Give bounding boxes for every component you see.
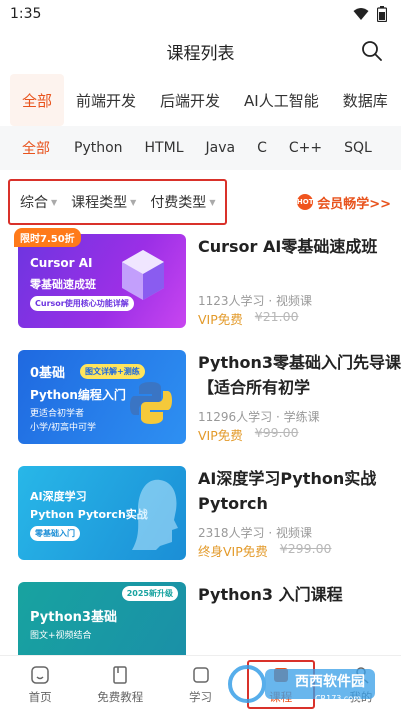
subtab-sql[interactable]: SQL <box>333 140 383 156</box>
course-title: AI深度学习Python实战Pytorch <box>198 469 377 513</box>
sort-filter-label: 综合 <box>20 195 48 211</box>
nav-home[interactable]: 首页 <box>0 656 80 713</box>
nav-study-label: 学习 <box>189 689 212 704</box>
course-info: Python3零基础入门先导课【适合所有初学 11296人学习 · 学练课 VI… <box>198 350 401 466</box>
python-logo-icon <box>130 382 172 424</box>
course-price: VIP免费 <box>198 312 243 327</box>
thumb-tag: 2025新升级 <box>121 586 178 601</box>
study-icon <box>192 666 209 683</box>
thumb-tag: 图文详解+测练 <box>80 364 145 379</box>
chevron-down-icon: ▼ <box>51 197 58 207</box>
course-meta: 1123人学习 · 视频课 <box>198 294 312 308</box>
course-thumbnail: 限时7.50折 Cursor AI 零基础速成班 Cursor使用核心功能详解 <box>14 228 186 328</box>
thumb-text: 更适合初学者 <box>30 409 85 419</box>
battery-icon <box>377 6 387 22</box>
watermark-text: 西西软件园 <box>295 674 365 690</box>
subtab-cpp[interactable]: C++ <box>278 140 333 156</box>
course-meta: 2318人学习 · 视频课 <box>198 526 312 540</box>
course-thumbnail: AI深度学习 Python Pytorch实战 零基础入门 <box>18 466 186 560</box>
course-thumbnail: 0基础 图文详解+测练 Python编程入门 更适合初学者 小学/初高中可学 <box>18 350 186 444</box>
filter-bar: 综合 ▼ 课程类型 ▼ 付费类型 ▼ HOT 会员畅学>> <box>0 170 401 234</box>
status-time: 1:35 <box>10 6 42 22</box>
subtab-python[interactable]: Python <box>63 140 134 156</box>
price-row: VIP免费 ¥99.00 <box>198 425 401 444</box>
price-row: VIP免费 ¥21.00 <box>198 309 401 328</box>
sort-filter[interactable]: 综合 ▼ <box>20 192 57 212</box>
cube-icon <box>122 250 164 300</box>
chevron-down-icon: ▼ <box>209 197 216 207</box>
tab-backend[interactable]: 后端开发 <box>148 74 232 126</box>
page-title: 课程列表 <box>166 43 235 64</box>
status-icons <box>353 6 387 22</box>
hot-icon: HOT <box>297 194 314 210</box>
price-row: 终身VIP免费 ¥299.00 <box>198 541 401 560</box>
thumb-text: Cursor AI <box>30 256 93 270</box>
thumb-tag: Cursor使用核心功能详解 <box>30 296 134 311</box>
course-item[interactable]: AI深度学习 Python Pytorch实战 零基础入门 AI深度学习Pyth… <box>18 466 401 582</box>
thumb-text: AI深度学习 <box>30 490 87 503</box>
wifi-icon <box>353 8 369 20</box>
thumb-tag: 零基础入门 <box>30 526 80 541</box>
vip-promo-label: 会员畅学>> <box>317 196 391 212</box>
watermark-subtext: CR173.com <box>314 694 361 703</box>
thumb-text: 小学/初高中可学 <box>30 423 97 433</box>
thumb-text: 图文+视频结合 <box>30 631 92 641</box>
tab-ai[interactable]: AI人工智能 <box>232 74 331 126</box>
thumb-text: Python编程入门 <box>30 388 126 402</box>
course-title: Python3零基础入门先导课【适合所有初学 <box>198 353 401 397</box>
subcategory-tabs: 全部 Python HTML Java C C++ SQL <box>0 126 401 170</box>
tab-all[interactable]: 全部 <box>10 74 65 126</box>
chevron-down-icon: ▼ <box>130 197 137 207</box>
nav-free-tutorials[interactable]: 免费教程 <box>80 656 160 713</box>
subtab-all[interactable]: 全部 <box>0 138 63 158</box>
thumb-text: 零基础速成班 <box>30 278 96 291</box>
vip-promo-link[interactable]: HOT 会员畅学>> <box>297 193 391 212</box>
course-title: Cursor AI零基础速成班 <box>198 237 378 256</box>
filter-group: 综合 ▼ 课程类型 ▼ 付费类型 ▼ <box>8 179 228 225</box>
subtab-java[interactable]: Java <box>195 140 247 156</box>
subtab-c[interactable]: C <box>246 140 278 156</box>
search-icon[interactable] <box>361 40 383 62</box>
discount-badge: 限时7.50折 <box>14 228 81 247</box>
course-item[interactable]: 限时7.50折 Cursor AI 零基础速成班 Cursor使用核心功能详解 … <box>14 228 401 350</box>
course-list: 限时7.50折 Cursor AI 零基础速成班 Cursor使用核心功能详解 … <box>0 228 401 698</box>
category-tabs: 全部 前端开发 后端开发 AI人工智能 数据库 <box>0 74 401 126</box>
course-type-filter-label: 课程类型 <box>71 195 128 211</box>
course-item[interactable]: 0基础 图文详解+测练 Python编程入门 更适合初学者 小学/初高中可学 P… <box>18 350 401 466</box>
original-price: ¥99.00 <box>254 425 299 440</box>
status-bar: 1:35 <box>0 0 401 28</box>
course-price: 终身VIP免费 <box>198 544 268 559</box>
course-meta: 11296人学习 · 学练课 <box>198 410 320 424</box>
course-price: VIP免费 <box>198 428 243 443</box>
thumb-text: 0基础 <box>30 366 66 381</box>
nav-home-label: 首页 <box>28 689 52 704</box>
course-title: Python3 入门课程 <box>198 585 343 604</box>
original-price: ¥21.00 <box>254 309 299 324</box>
book-icon <box>113 665 128 684</box>
thumb-text: Python3基础 <box>30 610 117 625</box>
course-info: AI深度学习Python实战Pytorch 2318人学习 · 视频课 终身VI… <box>198 466 401 582</box>
tab-database[interactable]: 数据库 <box>331 74 400 126</box>
app-header: 课程列表 <box>0 28 401 74</box>
course-type-filter[interactable]: 课程类型 ▼ <box>71 192 136 212</box>
tab-frontend[interactable]: 前端开发 <box>64 74 148 126</box>
subtab-html[interactable]: HTML <box>134 140 195 156</box>
nav-free-label: 免费教程 <box>97 689 144 704</box>
original-price: ¥299.00 <box>279 541 332 556</box>
home-icon <box>31 665 49 684</box>
pay-type-filter[interactable]: 付费类型 ▼ <box>150 192 215 212</box>
ai-head-icon <box>132 479 178 550</box>
pay-type-filter-label: 付费类型 <box>150 195 207 211</box>
course-info: Cursor AI零基础速成班 1123人学习 · 视频课 VIP免费 ¥21.… <box>198 234 401 350</box>
